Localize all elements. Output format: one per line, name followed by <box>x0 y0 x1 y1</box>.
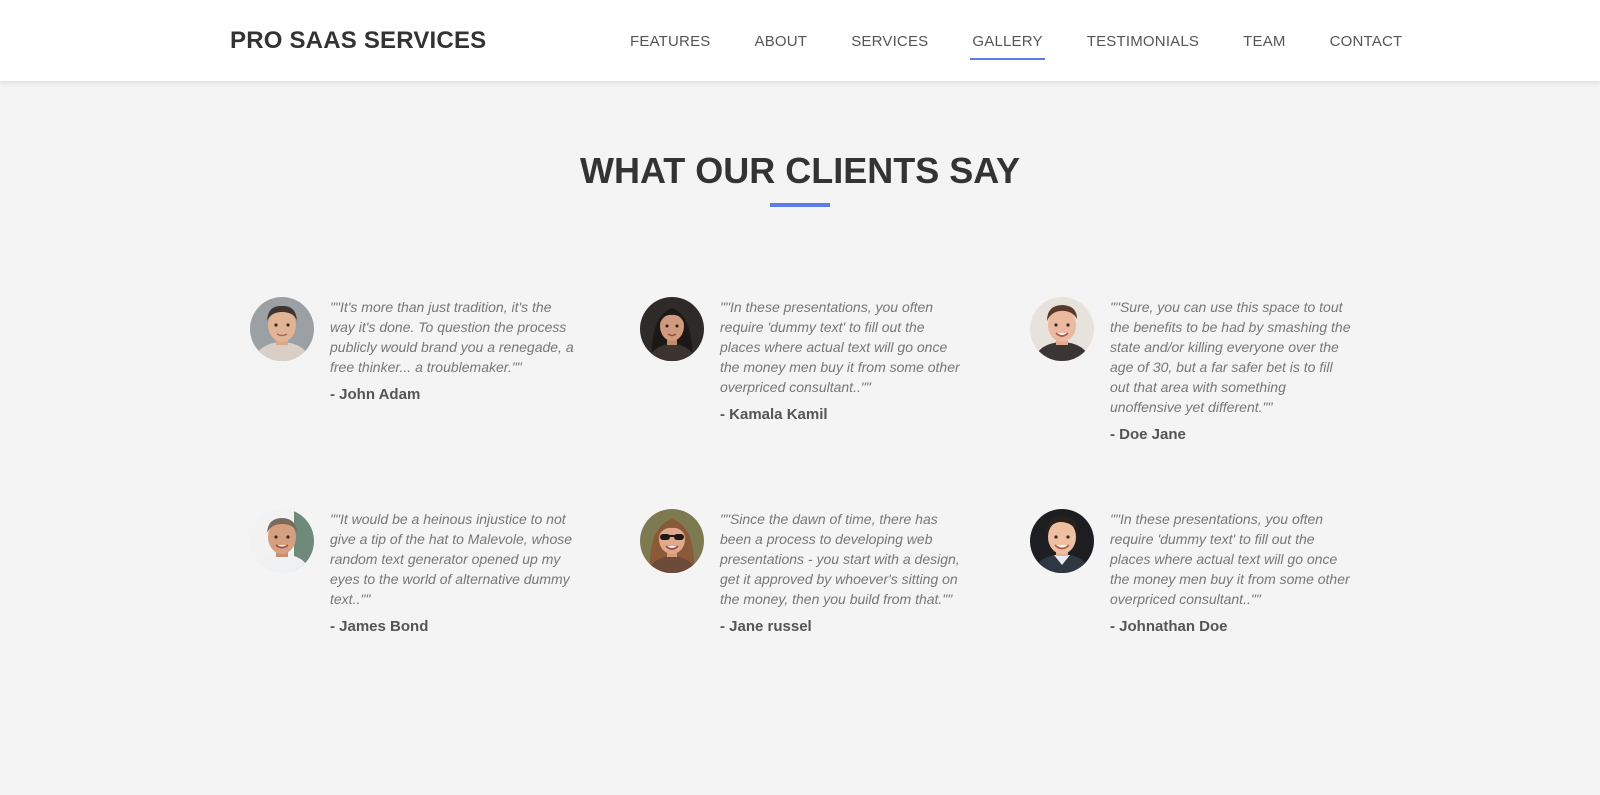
testimonial-body: ""In these presentations, you often requ… <box>720 297 964 423</box>
older-man-portrait-icon <box>250 509 314 573</box>
nav-item-about[interactable]: ABOUT <box>755 0 808 81</box>
young-man-portrait-icon <box>1030 297 1094 361</box>
main-nav: FEATURES ABOUT SERVICES GALLERY TESTIMON… <box>608 0 1424 81</box>
testimonial-author: - Johnathan Doe <box>1110 618 1228 635</box>
testimonial-author: - Doe Jane <box>1110 426 1186 443</box>
nav-item-services[interactable]: SERVICES <box>851 0 928 81</box>
nav-item-testimonials[interactable]: TESTIMONIALS <box>1087 0 1199 81</box>
testimonial-quote: ""It's more than just tradition, it's th… <box>330 299 574 375</box>
woman-sunglasses-portrait-icon <box>640 509 704 573</box>
testimonial-quote: ""In these presentations, you often requ… <box>1110 511 1350 607</box>
nav-item-contact[interactable]: CONTACT <box>1330 0 1403 81</box>
testimonial-body: ""Sure, you can use this space to tout t… <box>1110 297 1354 443</box>
brand-logo[interactable]: PRO SAAS SERVICES <box>230 27 486 55</box>
testimonial-quote: ""In these presentations, you often requ… <box>720 299 960 395</box>
testimonial-author: - James Bond <box>330 618 429 635</box>
testimonial-body: ""In these presentations, you often requ… <box>1110 509 1354 635</box>
testimonial-quote: ""Sure, you can use this space to tout t… <box>1110 299 1351 415</box>
man-portrait-icon <box>250 297 314 361</box>
testimonial-author: - John Adam <box>330 386 421 403</box>
nav-item-team[interactable]: TEAM <box>1243 0 1285 81</box>
testimonial-author: - Kamala Kamil <box>720 406 828 423</box>
section-title: WHAT OUR CLIENTS SAY <box>579 150 1020 191</box>
nav-item-features[interactable]: FEATURES <box>630 0 711 81</box>
nav-item-gallery[interactable]: GALLERY <box>970 0 1046 81</box>
testimonial-quote: ""It would be a heinous injustice to not… <box>330 511 573 607</box>
top-navbar: PRO SAAS SERVICES FEATURES ABOUT SERVICE… <box>0 0 1600 81</box>
woman-portrait-icon <box>640 297 704 361</box>
young-man-smiling-portrait-icon <box>1030 509 1094 573</box>
testimonial-body: ""Since the dawn of time, there has been… <box>720 509 964 635</box>
testimonial-body: ""It would be a heinous injustice to not… <box>330 509 574 635</box>
testimonial-quote: ""Since the dawn of time, there has been… <box>720 511 960 607</box>
testimonial-author: - Jane russel <box>720 618 812 635</box>
testimonial-body: ""It's more than just tradition, it's th… <box>330 297 574 403</box>
title-underline <box>770 203 830 207</box>
